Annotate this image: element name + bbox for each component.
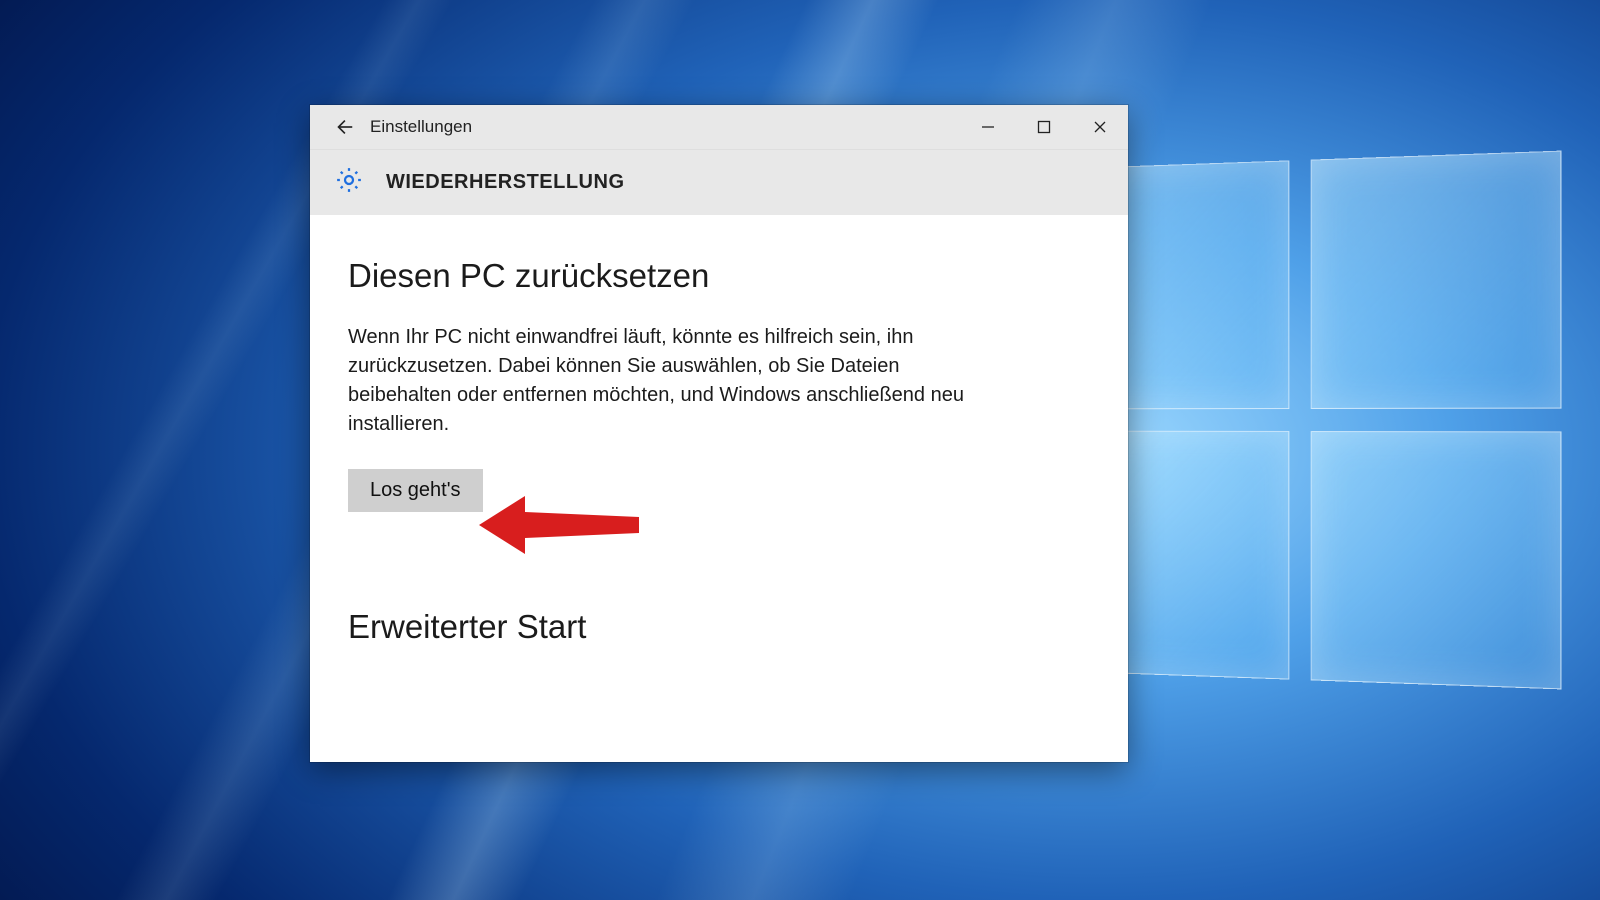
reset-description: Wenn Ihr PC nicht einwandfrei läuft, kön… [348,323,988,439]
minimize-icon [981,120,995,134]
minimize-button[interactable] [960,105,1016,149]
close-icon [1093,120,1107,134]
titlebar: Einstellungen [310,105,1128,149]
advanced-startup-heading: Erweiterter Start [348,608,1090,646]
section-header: WIEDERHERSTELLUNG [310,149,1128,215]
content-area: Diesen PC zurücksetzen Wenn Ihr PC nicht… [310,215,1128,646]
close-button[interactable] [1072,105,1128,149]
reset-heading: Diesen PC zurücksetzen [348,257,1090,295]
settings-window: Einstellungen WIEDERHERSTELLUNG Diesen P… [310,105,1128,762]
arrow-left-icon [333,116,355,138]
back-button[interactable] [324,105,364,149]
maximize-icon [1037,120,1051,134]
section-title: WIEDERHERSTELLUNG [386,171,625,194]
get-started-button[interactable]: Los geht's [348,469,483,512]
windows-logo-icon [1056,151,1561,690]
gear-icon [334,165,364,200]
maximize-button[interactable] [1016,105,1072,149]
window-title: Einstellungen [370,117,960,137]
